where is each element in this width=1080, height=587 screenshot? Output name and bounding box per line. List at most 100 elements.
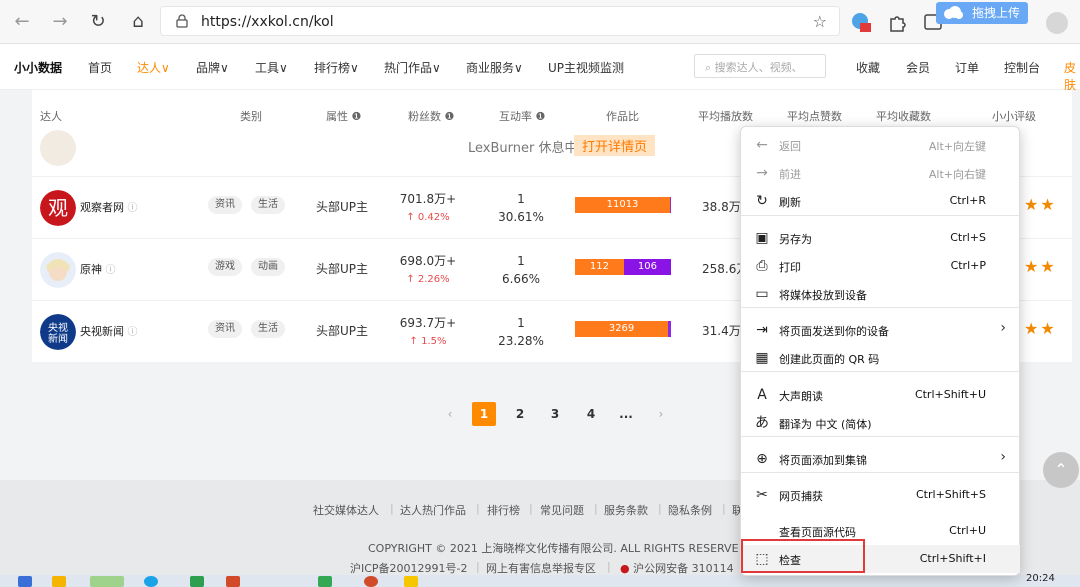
- pager-page-1[interactable]: 1: [472, 402, 496, 426]
- header-interaction: 互动率 ❶: [499, 110, 546, 123]
- app-icon[interactable]: [52, 576, 66, 587]
- extension-icon[interactable]: [850, 11, 872, 33]
- nav-skin[interactable]: 皮肤: [1064, 59, 1080, 93]
- nav-brand[interactable]: 品牌∨: [196, 59, 229, 76]
- forward-icon[interactable]: →: [48, 10, 72, 34]
- menu-item-shortcut: Ctrl+Shift+U: [914, 388, 986, 401]
- nav-business[interactable]: 商业服务∨: [466, 59, 523, 76]
- read-aloud-icon: A: [757, 387, 767, 403]
- open-detail-link[interactable]: 打开详情页: [574, 135, 656, 156]
- category-tag: 生活: [251, 196, 285, 214]
- footer-link[interactable]: 达人热门作品: [400, 502, 466, 518]
- nav-orders[interactable]: 订单: [955, 59, 979, 76]
- menu-item[interactable]: あ翻译为 中文 (简体): [742, 409, 1020, 437]
- menu-item-shortcut: Ctrl+Shift+I: [919, 552, 986, 565]
- refresh-icon[interactable]: ↻: [86, 10, 110, 34]
- menu-item[interactable]: ⇥ 将页面发送到你的设备 ›: [742, 316, 1020, 344]
- back-to-top-button[interactable]: ⌃: [1043, 452, 1079, 488]
- start-icon[interactable]: [18, 576, 32, 587]
- pager-page-4[interactable]: 4: [579, 402, 603, 426]
- search-input[interactable]: ⌕ 搜索达人、视频、: [694, 54, 826, 78]
- lock-icon: [176, 14, 188, 28]
- avatar: [40, 130, 76, 166]
- menu-item[interactable]: ⎙ 打印 Ctrl+P: [742, 252, 1020, 280]
- report-link[interactable]: 网上有害信息举报专区: [486, 560, 596, 576]
- works-ratio-bar: 11013: [575, 197, 671, 213]
- app-icon[interactable]: [90, 576, 124, 587]
- app-icon[interactable]: [144, 576, 158, 587]
- kol-name[interactable]: 央视新闻 ⓘ: [80, 323, 138, 339]
- home-icon[interactable]: ⌂: [126, 10, 150, 34]
- menu-item-shortcut: Ctrl+U: [949, 524, 986, 537]
- rating-stars: ★★: [1024, 195, 1057, 214]
- footer-link[interactable]: 社交媒体达人: [313, 502, 379, 518]
- nav-kol[interactable]: 达人∨: [137, 59, 170, 76]
- add-collection-icon: ⊕: [756, 451, 768, 467]
- menu-item[interactable]: ✂ 网页捕获 Ctrl+Shift+S: [742, 481, 1020, 509]
- menu-item-label: 前进: [779, 168, 801, 181]
- favorite-star-icon[interactable]: ☆: [813, 12, 827, 31]
- svg-text:央视: 央视: [48, 321, 68, 334]
- menu-item-label: 创建此页面的 QR 码: [779, 353, 880, 366]
- kol-name[interactable]: 原神 ⓘ: [80, 261, 116, 277]
- nav-tools[interactable]: 工具∨: [255, 59, 288, 76]
- avg-play: 31.4万-: [702, 324, 746, 338]
- nav-console[interactable]: 控制台: [1004, 59, 1040, 76]
- nav-favorites[interactable]: 收藏: [856, 59, 880, 76]
- avatar: [40, 252, 76, 288]
- profile-avatar[interactable]: [1046, 12, 1068, 34]
- float-upload-button[interactable]: 拖拽上传: [936, 2, 1028, 24]
- menu-item-label: 刷新: [779, 196, 801, 209]
- nav-up-monitor[interactable]: UP主视频监测: [548, 59, 624, 76]
- footer-link[interactable]: 服务条款: [604, 502, 648, 518]
- app-icon[interactable]: [404, 576, 418, 587]
- print-icon: ⎙: [756, 258, 768, 274]
- menu-item[interactable]: ▣ 另存为 Ctrl+S: [742, 224, 1020, 252]
- site-logo[interactable]: 小小数据: [14, 59, 62, 76]
- pager-page-3[interactable]: 3: [543, 402, 567, 426]
- avg-play: 38.8万-: [702, 200, 746, 214]
- police-link[interactable]: ● 沪公网安备 310114: [620, 560, 734, 576]
- back-icon[interactable]: ←: [10, 10, 34, 34]
- puzzle-icon[interactable]: [886, 11, 908, 33]
- interaction-rate: 1 6.66%: [501, 254, 541, 286]
- app-icon[interactable]: [318, 576, 332, 587]
- url-text[interactable]: https://xxkol.cn/kol: [201, 14, 334, 30]
- web-capture-icon: ✂: [756, 487, 768, 503]
- pager-page-2[interactable]: 2: [508, 402, 532, 426]
- address-bar[interactable]: https://xxkol.cn/kol ☆: [160, 6, 840, 36]
- menu-item[interactable]: ↻ 刷新 Ctrl+R: [742, 187, 1020, 215]
- footer-link[interactable]: 隐私条例: [668, 502, 712, 518]
- menu-item[interactable]: ⊕ 将页面添加到集锦 ›: [742, 445, 1020, 473]
- menu-item[interactable]: A 大声朗读 Ctrl+Shift+U: [742, 381, 1020, 409]
- pager-prev[interactable]: ‹: [438, 402, 462, 426]
- header-category: 类别: [240, 110, 262, 123]
- header-fans: 粉丝数 ❶: [408, 110, 455, 123]
- cloud-icon: [944, 6, 963, 19]
- header-attr: 属性 ❶: [326, 110, 362, 123]
- app-icon[interactable]: [364, 576, 378, 587]
- works-ratio-bar: 112 106: [575, 259, 671, 275]
- nav-hot-works[interactable]: 热门作品∨: [384, 59, 441, 76]
- app-icon[interactable]: [190, 576, 204, 587]
- app-icon[interactable]: [226, 576, 240, 587]
- pager-next[interactable]: ›: [649, 402, 673, 426]
- menu-item-label: 大声朗读: [779, 390, 823, 403]
- category-tag: 游戏: [208, 258, 242, 276]
- header-avg-play: 平均播放数: [698, 110, 753, 123]
- menu-item[interactable]: ▦ 创建此页面的 QR 码: [742, 344, 1020, 372]
- nav-member[interactable]: 会员: [906, 59, 930, 76]
- menu-item[interactable]: ▭ 将媒体投放到设备: [742, 280, 1020, 308]
- pager-ellipsis[interactable]: ...: [614, 402, 638, 426]
- header-works-ratio: 作品比: [606, 110, 639, 123]
- icp-link[interactable]: 沪ICP备20012991号-2: [350, 560, 468, 576]
- avatar: 观: [40, 190, 76, 226]
- footer-divider: |: [658, 502, 662, 515]
- kol-name[interactable]: 观察者网 ⓘ: [80, 199, 138, 215]
- nav-ranking[interactable]: 排行榜∨: [314, 59, 359, 76]
- footer-link[interactable]: 常见问题: [540, 502, 584, 518]
- footer-link[interactable]: 排行榜: [487, 502, 520, 518]
- menu-item[interactable]: ← 返回 Alt+向左键: [742, 131, 1020, 159]
- nav-home[interactable]: 首页: [88, 59, 112, 76]
- menu-item[interactable]: → 前进 Alt+向右键: [742, 159, 1020, 187]
